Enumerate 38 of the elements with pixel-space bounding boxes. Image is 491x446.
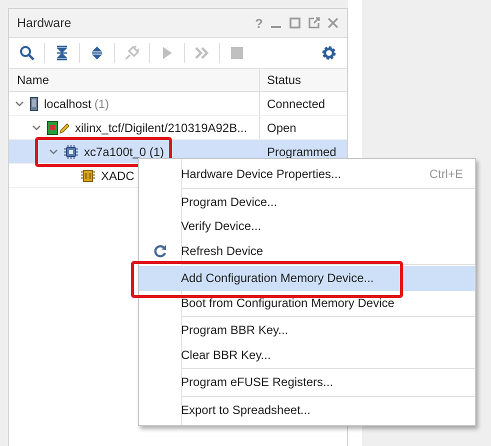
chevron-icon[interactable] (49, 147, 58, 156)
menu-item[interactable]: Refresh Device (139, 238, 475, 263)
tree-row[interactable]: localhost (1) Connected (9, 92, 347, 116)
status-text: Open (267, 120, 296, 134)
column-header[interactable]: Status (259, 69, 347, 91)
tree-label: XADC (101, 168, 134, 182)
chip-icon (64, 144, 78, 158)
board-icon (47, 120, 69, 134)
settings-icon[interactable] (321, 45, 337, 61)
chevron-icon[interactable] (32, 123, 41, 132)
menu-item[interactable]: Hardware Device Properties... Ctrl+E (139, 162, 475, 186)
menu-item[interactable]: Program Device... (139, 190, 475, 214)
menu-item[interactable]: Boot from Configuration Memory Device (139, 290, 475, 315)
item-count: (1) (94, 96, 110, 110)
float-icon[interactable] (308, 17, 320, 29)
expand-all-icon[interactable] (89, 45, 105, 61)
server-icon (30, 96, 38, 110)
menu-item[interactable]: Clear BBR Key... (139, 342, 475, 367)
tree-label: xc7a100t_0 (1) (84, 144, 164, 158)
chevron-icon[interactable] (15, 99, 24, 108)
search-icon[interactable] (19, 45, 35, 61)
collapse-all-icon[interactable] (54, 45, 70, 61)
menu-item[interactable]: Verify Device... (139, 214, 475, 238)
panel-title: Hardware (17, 16, 72, 30)
refresh-icon (153, 244, 167, 258)
close-icon[interactable] (327, 17, 339, 29)
tree-label: xilinx_tcf/Digilent/210319A92B... (75, 120, 248, 134)
menu-item[interactable]: Program eFUSE Registers... (139, 370, 475, 394)
sensor-chip-icon (81, 168, 95, 182)
shortcut-text: Ctrl+E (429, 167, 464, 182)
tree-label: localhost (44, 96, 92, 110)
maximize-icon[interactable] (289, 17, 301, 29)
menu-item[interactable]: Export to Spreadsheet... (139, 398, 475, 422)
status-text: Programmed (267, 144, 336, 158)
menu-item[interactable]: Program BBR Key... (139, 318, 475, 342)
menu-item[interactable]: Add Configuration Memory Device... (139, 266, 475, 290)
status-text: Connected (267, 96, 326, 110)
column-header[interactable]: Name (9, 73, 259, 87)
